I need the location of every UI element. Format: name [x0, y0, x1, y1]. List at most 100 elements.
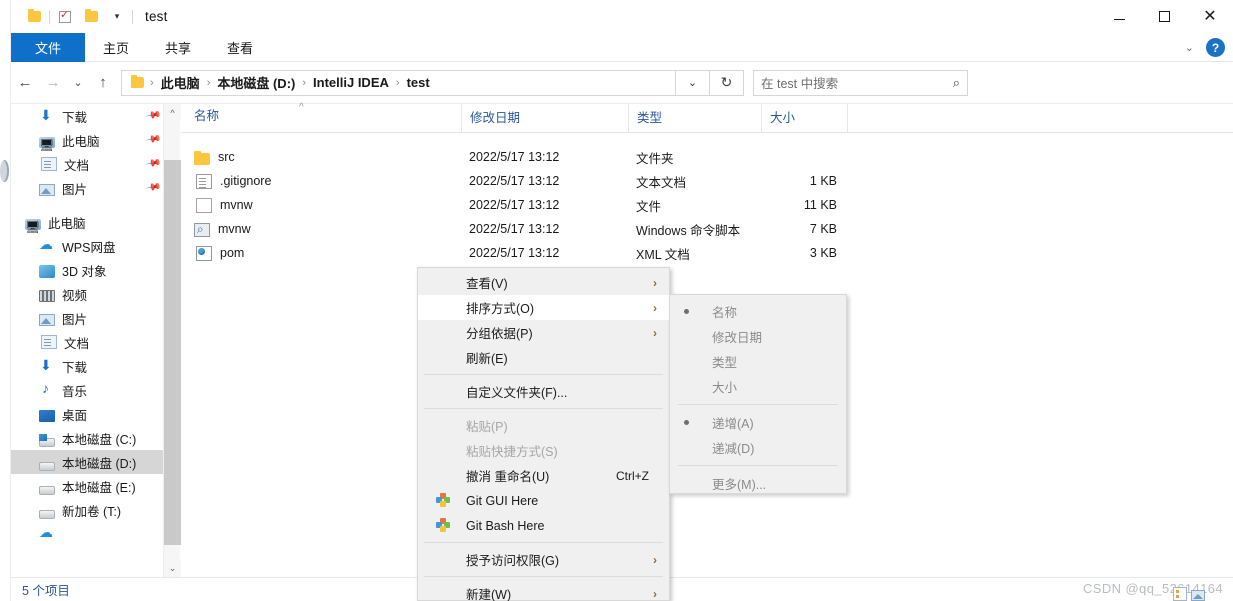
nav-item-music[interactable]: 音乐	[11, 378, 171, 402]
search-input[interactable]: 在 test 中搜索	[761, 73, 838, 92]
menu-item-git-gui-here[interactable]: Git GUI Here	[418, 488, 669, 513]
menu-item-git-bash-here[interactable]: Git Bash Here	[418, 513, 669, 538]
file-name: mvnw	[220, 198, 253, 212]
tab-home[interactable]: 主页	[85, 33, 147, 62]
nav-item-pictures-pc[interactable]: 图片	[11, 306, 171, 330]
sort-ascending-icon: ^	[299, 102, 304, 113]
nav-item-3d-objects[interactable]: 3D 对象	[11, 258, 171, 282]
address-dropdown-button[interactable]: ⌄	[676, 69, 710, 96]
nav-item-drive-d[interactable]: 本地磁盘 (D:)	[11, 450, 171, 474]
refresh-button[interactable]: ↻	[710, 69, 744, 96]
context-menu[interactable]: 查看(V) › 排序方式(O) › 分组依据(P) › 刷新(E) 自定义文件夹…	[417, 267, 670, 601]
breadcrumb-item-2[interactable]: IntelliJ IDEA	[310, 75, 392, 90]
file-date: 2022/5/17 13:12	[469, 222, 560, 236]
nav-item-videos[interactable]: 视频	[11, 282, 171, 306]
nav-item-wps-cloud[interactable]: WPS网盘	[11, 234, 171, 258]
table-row[interactable]: pom 2022/5/17 13:12 XML 文档 3 KB	[181, 241, 1233, 265]
breadcrumb-item-0[interactable]: 此电脑	[158, 73, 203, 92]
nav-item-drive-t[interactable]: 新加卷 (T:)	[11, 498, 171, 522]
nav-item-desktop[interactable]: 桌面	[11, 402, 171, 426]
file-type: XML 文档	[636, 247, 690, 262]
nav-item-drive-c[interactable]: 本地磁盘 (C:)	[11, 426, 171, 450]
maximize-button[interactable]	[1142, 0, 1187, 33]
submenu-item-date-modified[interactable]: 修改日期	[670, 324, 846, 349]
divider	[132, 9, 133, 24]
tab-share[interactable]: 共享	[147, 33, 209, 62]
folder-icon[interactable]	[21, 0, 47, 33]
table-row[interactable]: .gitignore 2022/5/17 13:12 文本文档 1 KB	[181, 169, 1233, 193]
file-name: src	[218, 150, 235, 164]
submenu-item-descending[interactable]: 递减(D)	[670, 435, 846, 460]
nav-item-downloads-pc[interactable]: 下载	[11, 354, 171, 378]
table-row[interactable]: src 2022/5/17 13:12 文件夹	[181, 145, 1233, 169]
pin-icon[interactable]: 📌	[145, 155, 162, 171]
menu-item-new[interactable]: 新建(W) ›	[418, 581, 669, 601]
nav-item-documents[interactable]: 文档 📌	[11, 152, 171, 176]
breadcrumb-item-1[interactable]: 本地磁盘 (D:)	[214, 73, 298, 92]
up-button[interactable]: ↑	[89, 68, 117, 98]
pictures-icon	[39, 314, 55, 326]
folder-icon[interactable]	[78, 0, 104, 33]
scrollbar-thumb[interactable]	[164, 160, 181, 545]
table-row[interactable]: mvnw 2022/5/17 13:12 文件 11 KB	[181, 193, 1233, 217]
submenu-item-more[interactable]: 更多(M)...	[670, 471, 846, 496]
file-type: 文件夹	[636, 151, 674, 166]
music-icon	[39, 380, 55, 398]
tab-file[interactable]: 文件	[11, 33, 86, 62]
menu-item-customize-folder[interactable]: 自定义文件夹(F)...	[418, 379, 669, 404]
pin-icon[interactable]: 📌	[145, 107, 162, 123]
nav-item-label: 此电脑	[48, 216, 86, 231]
file-size: 1 KB	[809, 174, 837, 188]
column-header-date[interactable]: 修改日期	[461, 103, 628, 132]
address-bar[interactable]: › 此电脑 › 本地磁盘 (D:) › IntelliJ IDEA › test	[121, 69, 676, 96]
submenu-item-type[interactable]: 类型	[670, 349, 846, 374]
file-type: 文本文档	[636, 175, 687, 190]
nav-item-downloads[interactable]: 下载 📌	[11, 104, 171, 128]
column-header-name[interactable]: 名称 ^	[181, 102, 461, 132]
menu-item-refresh[interactable]: 刷新(E)	[418, 345, 669, 370]
nav-item-this-pc[interactable]: 此电脑 📌	[11, 128, 171, 152]
chevron-down-icon[interactable]: ⌄	[164, 560, 181, 577]
nav-item-partial[interactable]	[11, 522, 171, 546]
file-size: 11 KB	[803, 198, 837, 212]
column-header-size[interactable]: 大小	[761, 103, 847, 132]
recent-locations-button[interactable]: ⌄	[67, 68, 89, 98]
pin-icon[interactable]: 📌	[145, 131, 162, 147]
menu-item-view[interactable]: 查看(V) ›	[418, 270, 669, 295]
nav-item-documents-pc[interactable]: 文档	[11, 330, 171, 354]
chevron-right-icon: ›	[653, 275, 657, 290]
chevron-down-icon[interactable]: ⌄	[1179, 41, 1200, 54]
sort-by-submenu[interactable]: 名称 修改日期 类型 大小 递增(A) 递减(D) 更多(M)...	[669, 294, 847, 494]
breadcrumb-separator: ›	[395, 76, 400, 89]
forward-button[interactable]: →	[39, 68, 67, 98]
table-row[interactable]: mvnw 2022/5/17 13:12 Windows 命令脚本 7 KB	[181, 217, 1233, 241]
menu-item-sort-by[interactable]: 排序方式(O) ›	[418, 295, 669, 320]
menu-item-group-by[interactable]: 分组依据(P) ›	[418, 320, 669, 345]
tab-view[interactable]: 查看	[209, 33, 271, 62]
file-name-cell: mvnw	[181, 197, 461, 213]
minimize-button[interactable]	[1097, 0, 1142, 33]
back-button[interactable]: ←	[11, 68, 39, 98]
navigation-pane[interactable]: 下载 📌 此电脑 📌 文档 📌 图片 📌 此电脑 WPS网盘	[11, 104, 171, 577]
column-header-type[interactable]: 类型	[628, 103, 761, 132]
close-button[interactable]: ✕	[1187, 0, 1233, 33]
chevron-up-icon[interactable]: ^	[164, 104, 181, 121]
nav-item-pictures[interactable]: 图片 📌	[11, 176, 171, 200]
checkbox-icon[interactable]	[52, 0, 78, 33]
download-icon	[39, 357, 55, 374]
menu-item-grant-access[interactable]: 授予访问权限(G) ›	[418, 547, 669, 572]
menu-item-undo-rename[interactable]: 撤消 重命名(U) Ctrl+Z	[418, 463, 669, 488]
submenu-item-size[interactable]: 大小	[670, 374, 846, 399]
nav-item-drive-e[interactable]: 本地磁盘 (E:)	[11, 474, 171, 498]
submenu-item-name[interactable]: 名称	[670, 299, 846, 324]
nav-root-this-pc[interactable]: 此电脑	[11, 210, 171, 234]
submenu-item-label: 递减(D)	[712, 442, 755, 456]
pin-icon[interactable]: 📌	[145, 179, 162, 195]
chevron-down-icon[interactable]: ▾	[104, 0, 130, 33]
navigation-scrollbar[interactable]: ^ ⌄	[163, 104, 181, 577]
help-button[interactable]: ?	[1206, 38, 1225, 57]
breadcrumb-item-3[interactable]: test	[404, 75, 433, 90]
search-box[interactable]: 在 test 中搜索 ⌕	[753, 69, 968, 96]
submenu-item-ascending[interactable]: 递增(A)	[670, 410, 846, 435]
